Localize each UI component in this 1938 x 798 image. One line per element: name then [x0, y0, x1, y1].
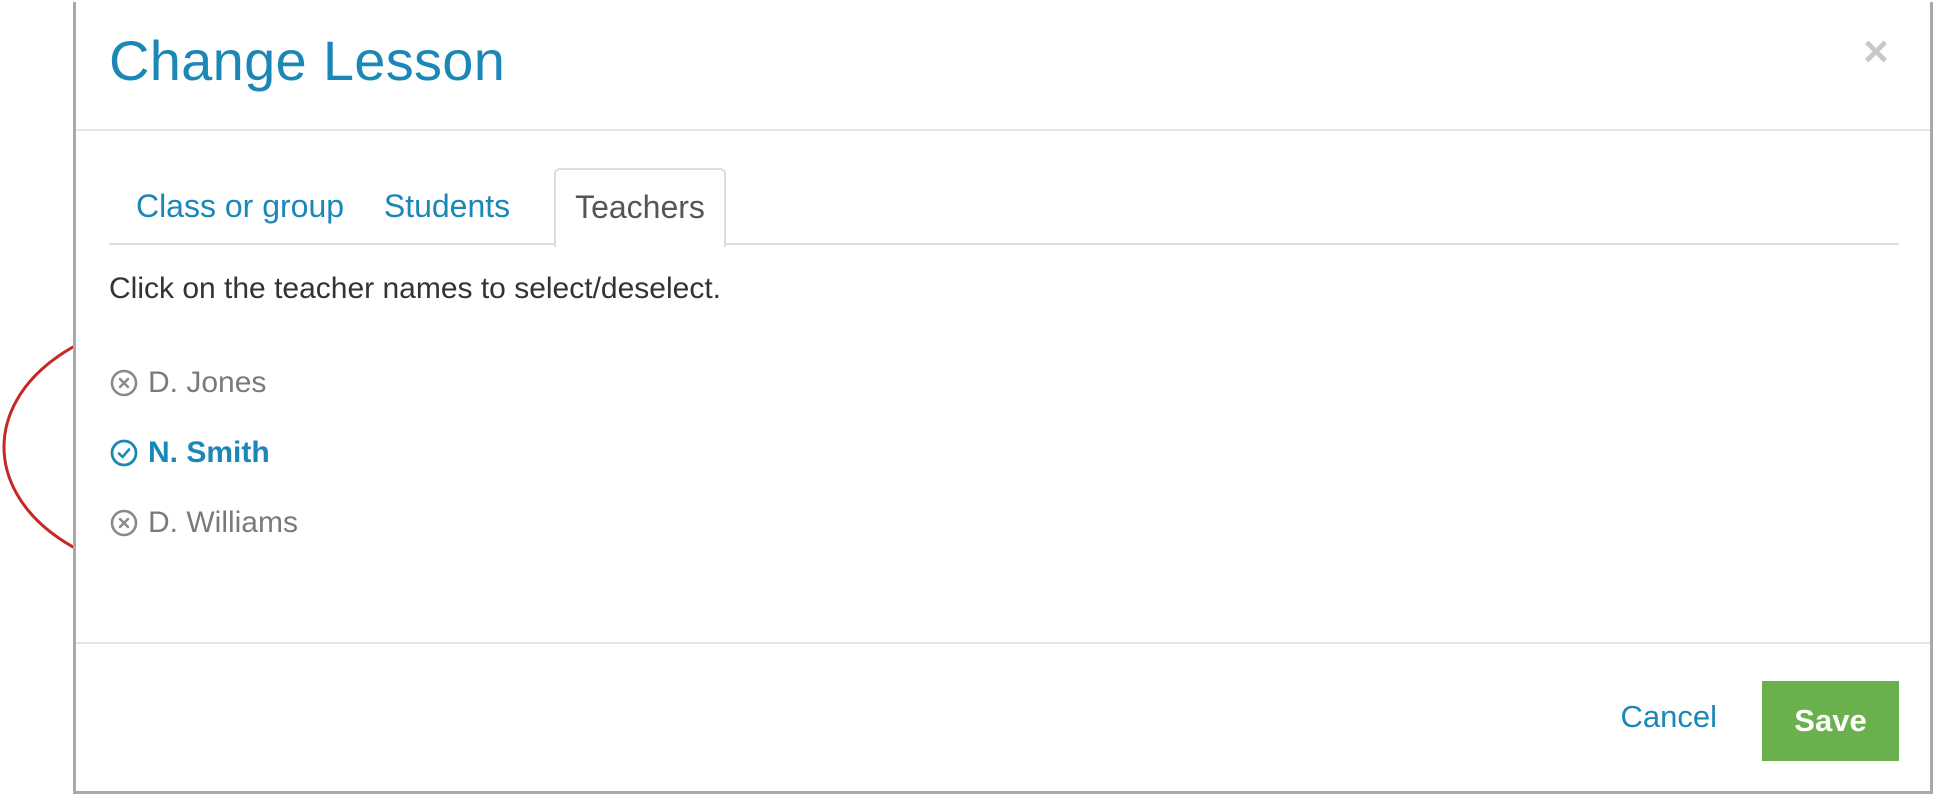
close-icon[interactable]: × — [1856, 27, 1896, 76]
change-lesson-modal: Change Lesson × Class or group Students … — [73, 2, 1933, 794]
cancel-button[interactable]: Cancel — [1621, 699, 1718, 735]
tab-class-or-group[interactable]: Class or group — [129, 168, 351, 245]
teacher-name: N. Smith — [148, 436, 270, 469]
teacher-name: D. Jones — [148, 366, 267, 399]
teacher-item-n-smith[interactable]: N. Smith — [109, 436, 270, 470]
instructions-text: Click on the teacher names to select/des… — [109, 272, 721, 305]
modal-footer: Cancel Save — [76, 642, 1930, 792]
teacher-item-d-jones[interactable]: D. Jones — [109, 366, 266, 400]
selected-check-circle-icon — [110, 439, 138, 467]
teacher-name: D. Williams — [148, 506, 298, 539]
screen: Change Lesson × Class or group Students … — [0, 0, 1938, 798]
tab-teachers[interactable]: Teachers — [554, 168, 726, 247]
tab-students[interactable]: Students — [377, 168, 517, 245]
save-button[interactable]: Save — [1762, 681, 1899, 761]
unselected-x-circle-icon — [110, 369, 138, 397]
tab-bar: Class or group Students Teachers — [109, 168, 1899, 247]
modal-title: Change Lesson — [109, 29, 506, 92]
modal-header: Change Lesson × — [76, 2, 1930, 131]
teacher-item-d-williams[interactable]: D. Williams — [109, 506, 298, 540]
unselected-x-circle-icon — [110, 509, 138, 537]
